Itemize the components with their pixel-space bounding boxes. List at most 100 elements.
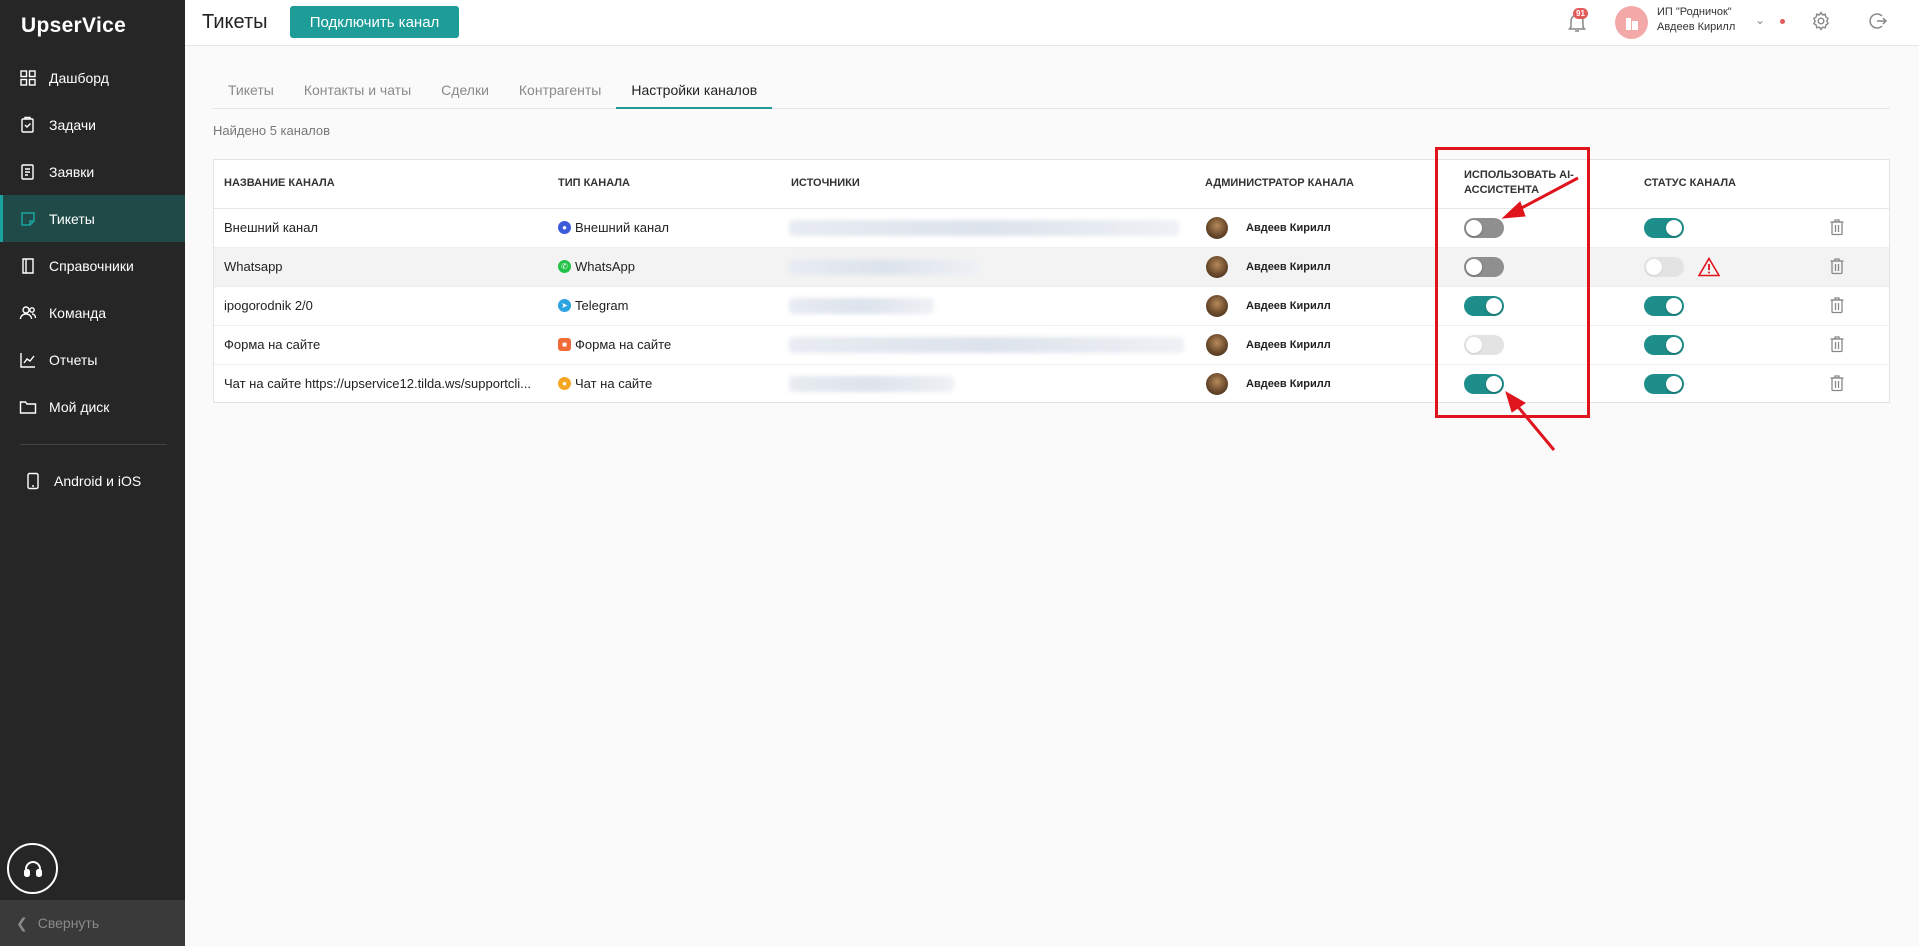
annotation-highlight-box	[1435, 147, 1590, 418]
avatar	[1206, 373, 1228, 395]
channel-admin: Авдеев Кирилл	[1206, 217, 1331, 239]
channel-status-toggle[interactable]	[1644, 335, 1684, 355]
headset-icon	[23, 860, 42, 877]
channel-status-toggle[interactable]	[1644, 374, 1684, 394]
sidebar: UpserVice Дашборд Задачи Заявки Тикеты С…	[0, 0, 185, 946]
sidebar-item-requests[interactable]: Заявки	[0, 148, 185, 195]
account-info[interactable]: ИП "Родничок" Авдеев Кирилл	[1657, 5, 1735, 35]
requests-icon	[21, 163, 34, 180]
user-name: Авдеев Кирилл	[1657, 21, 1736, 33]
column-header-name: Название канала	[224, 177, 335, 189]
sidebar-item-references[interactable]: Справочники	[0, 242, 185, 289]
trash-icon[interactable]	[1829, 374, 1845, 392]
external-icon: ●	[558, 221, 571, 234]
admin-name: Авдеев Кирилл	[1246, 339, 1331, 351]
column-header-admin: Администратор канала	[1205, 177, 1354, 189]
chevron-left-icon: ❮	[16, 914, 28, 931]
channel-admin: Авдеев Кирилл	[1206, 256, 1331, 278]
channel-type-label: Форма на сайте	[575, 337, 672, 352]
status-dot	[1780, 19, 1785, 24]
tab-counterparties[interactable]: Контрагенты	[504, 78, 616, 109]
channel-name: ipogorodnik 2/0	[224, 298, 313, 313]
sources-blurred	[789, 337, 1184, 353]
avatar	[1206, 256, 1228, 278]
table-row[interactable]: Чат на сайте https://upservice12.tilda.w…	[214, 365, 1889, 404]
building-icon	[1625, 17, 1638, 30]
dashboard-icon	[20, 69, 36, 86]
table-header: Название канала Тип канала Источники Адм…	[214, 160, 1889, 209]
table-row[interactable]: Форма на сайте ■ Форма на сайте Авдеев К…	[214, 326, 1889, 365]
support-button[interactable]	[7, 843, 58, 894]
sidebar-item-mobile-apps[interactable]: Android и iOS	[0, 457, 185, 504]
sources-blurred	[789, 376, 954, 392]
sidebar-item-dashboard[interactable]: Дашборд	[0, 54, 185, 101]
sources-blurred	[789, 220, 1179, 236]
connect-channel-button[interactable]: Подключить канал	[290, 6, 459, 38]
tickets-icon	[21, 211, 35, 226]
channel-type: ● Внешний канал	[558, 220, 669, 235]
column-header-type: Тип канала	[558, 177, 630, 189]
channel-name: Внешний канал	[224, 220, 319, 235]
chat-icon: ●	[558, 377, 571, 390]
channel-type: ■ Форма на сайте	[558, 337, 671, 352]
top-header: Тикеты Подключить канал 91 ИП "Родничок"…	[185, 0, 1919, 46]
sidebar-item-label: Android и iOS	[54, 472, 142, 489]
phone-icon	[27, 472, 39, 489]
channel-admin: Авдеев Кирилл	[1206, 373, 1331, 395]
tab-contacts-chats[interactable]: Контакты и чаты	[289, 78, 426, 109]
chevron-down-icon[interactable]: ⌄	[1755, 13, 1765, 27]
trash-icon[interactable]	[1829, 218, 1845, 236]
sidebar-item-label: Тикеты	[49, 210, 95, 227]
sources-blurred	[789, 298, 934, 314]
sidebar-item-tickets[interactable]: Тикеты	[0, 195, 185, 242]
channel-status-toggle[interactable]	[1644, 257, 1684, 277]
org-name: ИП "Родничок"	[1657, 6, 1732, 18]
warning-icon	[1698, 257, 1720, 277]
sidebar-nav: Дашборд Задачи Заявки Тикеты Справочники…	[0, 54, 185, 504]
trash-icon[interactable]	[1829, 257, 1845, 275]
channel-type-label: Чат на сайте	[575, 376, 653, 391]
trash-icon[interactable]	[1829, 296, 1845, 314]
sidebar-item-label: Заявки	[49, 163, 95, 180]
admin-name: Авдеев Кирилл	[1246, 222, 1331, 234]
table-row[interactable]: Whatsapp ✆ WhatsApp Авдеев Кирилл	[214, 248, 1889, 287]
page-title: Тикеты	[202, 11, 268, 33]
sidebar-item-label: Команда	[49, 304, 107, 321]
sidebar-item-label: Справочники	[49, 257, 134, 274]
admin-name: Авдеев Кирилл	[1246, 261, 1331, 273]
gear-icon[interactable]	[1811, 11, 1831, 31]
sidebar-item-team[interactable]: Команда	[0, 289, 185, 336]
org-avatar[interactable]	[1615, 6, 1648, 39]
sidebar-item-label: Отчеты	[49, 351, 98, 368]
collapse-label: Свернуть	[37, 915, 100, 931]
trash-icon[interactable]	[1829, 335, 1845, 353]
sidebar-item-label: Мой диск	[49, 398, 110, 415]
telegram-icon: ➤	[558, 299, 571, 312]
collapse-sidebar-button[interactable]: ❮ Свернуть	[0, 900, 185, 946]
logout-icon[interactable]	[1867, 11, 1887, 31]
tabs-bar: Тикеты Контакты и чаты Сделки Контрагент…	[213, 78, 1890, 109]
sidebar-item-my-disk[interactable]: Мой диск	[0, 383, 185, 430]
channel-type: ● Чат на сайте	[558, 376, 652, 391]
channel-admin: Авдеев Кирилл	[1206, 295, 1331, 317]
channel-status-toggle[interactable]	[1644, 218, 1684, 238]
form-icon: ■	[558, 338, 571, 351]
avatar	[1206, 217, 1228, 239]
tab-channel-settings[interactable]: Настройки каналов	[616, 78, 773, 109]
folder-icon	[19, 400, 37, 414]
channel-status-toggle[interactable]	[1644, 296, 1684, 316]
sources-blurred	[789, 259, 979, 275]
tab-deals[interactable]: Сделки	[426, 78, 504, 109]
table-row[interactable]: Внешний канал ● Внешний канал Авдеев Кир…	[214, 209, 1889, 248]
admin-name: Авдеев Кирилл	[1246, 378, 1331, 390]
reports-icon	[20, 352, 35, 368]
channel-type-label: Внешний канал	[575, 220, 670, 235]
sidebar-item-tasks[interactable]: Задачи	[0, 101, 185, 148]
table-row[interactable]: ipogorodnik 2/0 ➤ Telegram Авдеев Кирилл	[214, 287, 1889, 326]
channel-name: Чат на сайте https://upservice12.tilda.w…	[224, 376, 531, 391]
channel-name: Whatsapp	[224, 259, 283, 274]
notifications-badge: 91	[1573, 8, 1588, 19]
tab-tickets[interactable]: Тикеты	[213, 78, 289, 109]
sidebar-item-reports[interactable]: Отчеты	[0, 336, 185, 383]
annotation-arrows	[1501, 176, 1579, 451]
